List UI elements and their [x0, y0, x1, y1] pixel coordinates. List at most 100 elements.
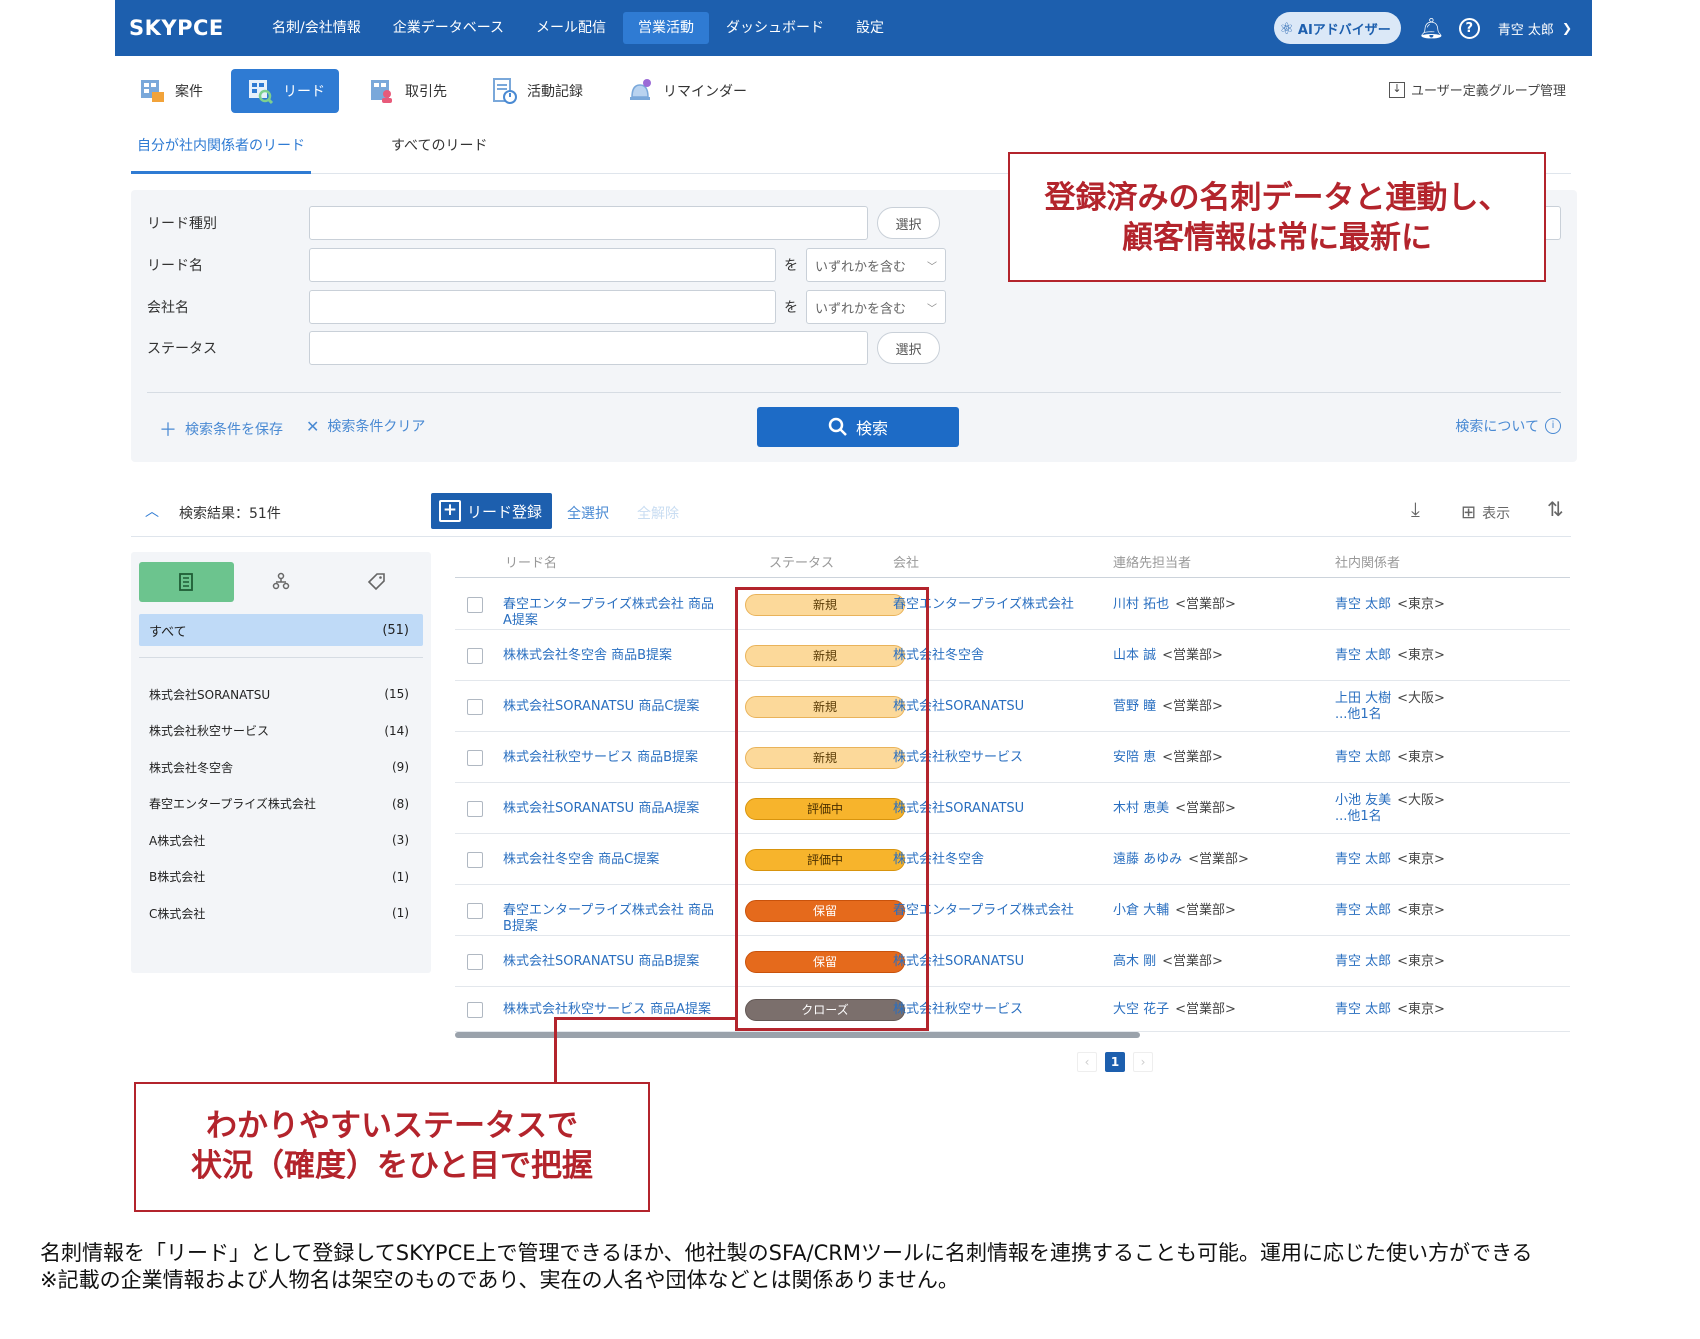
contact-name-link[interactable]: 安陪 恵	[1113, 750, 1156, 765]
internal-member-link[interactable]: 青空 太郎	[1335, 597, 1391, 612]
nav-company-database[interactable]: 企業データベース	[378, 12, 519, 44]
table-row[interactable]: 株式会社冬空舎 商品C提案 評価中 株式会社冬空舎 遠藤 あゆみ <営業部> 青空 太郎 <…	[455, 834, 1570, 885]
contact-name-link[interactable]: 木村 恵美	[1113, 801, 1169, 816]
lead-type-input[interactable]	[309, 206, 868, 240]
row-checkbox[interactable]	[467, 851, 483, 868]
nav-sales-activity[interactable]: 営業活動	[623, 12, 710, 44]
building-icon[interactable]	[139, 562, 234, 602]
lead-name-link[interactable]: 株式会社SORANATSU 商品A提案	[503, 801, 715, 817]
tab-all-leads[interactable]: すべてのリード	[385, 128, 493, 174]
row-checkbox[interactable]	[467, 902, 483, 919]
subnav-deals[interactable]: 案件	[123, 69, 217, 113]
view-toggle[interactable]: ⊞ 表示	[1461, 502, 1510, 523]
internal-member-link[interactable]: 青空 太郎	[1335, 648, 1391, 663]
internal-member-link[interactable]: 青空 太郎	[1335, 903, 1391, 918]
contact-name-link[interactable]: 遠藤 あゆみ	[1113, 852, 1182, 867]
org-chart-icon[interactable]	[234, 562, 329, 602]
table-row[interactable]: 株式会社SORANATSU 商品B提案 保留 株式会社SORANATSU 高木 剛 <営…	[455, 936, 1570, 987]
lead-name-link[interactable]: 株株式会社冬空舎 商品B提案	[503, 648, 715, 664]
col-status[interactable]: ステータス	[769, 552, 834, 571]
horizontal-scrollbar[interactable]	[455, 1032, 1140, 1038]
table-row[interactable]: 株株式会社冬空舎 商品B提案 新規 株式会社冬空舎 山本 誠 <営業部> 青空 太郎 <東京…	[455, 630, 1570, 681]
internal-more-link[interactable]: ...他1名	[1335, 707, 1382, 722]
lead-name-link[interactable]: 春空エンタープライズ株式会社 商品A提案	[503, 597, 715, 629]
company-input[interactable]	[309, 290, 776, 324]
tab-my-leads[interactable]: 自分が社内関係者のリード	[131, 128, 311, 174]
nav-dashboard[interactable]: ダッシュボード	[711, 12, 839, 44]
lead-name-input[interactable]	[309, 248, 776, 282]
internal-member-link[interactable]: 青空 太郎	[1335, 750, 1391, 765]
row-checkbox[interactable]	[467, 647, 483, 664]
nav-settings[interactable]: 設定	[841, 12, 899, 44]
about-search-link[interactable]: 検索について i	[1455, 416, 1561, 436]
user-name[interactable]: 青空 太郎	[1498, 19, 1554, 38]
table-row[interactable]: 春空エンタープライズ株式会社 商品B提案 保留 春空エンタープライズ株式会社 小倉 大…	[455, 885, 1570, 936]
lead-name-link[interactable]: 春空エンタープライズ株式会社 商品B提案	[503, 903, 715, 935]
lead-name-link[interactable]: 株式会社SORANATSU 商品C提案	[503, 699, 715, 715]
table-row[interactable]: 株式会社SORANATSU 商品A提案 評価中 株式会社SORANATSU 木村 恵美…	[455, 783, 1570, 834]
col-lead-name[interactable]: リード名	[505, 552, 557, 571]
internal-more-link[interactable]: ...他1名	[1335, 809, 1382, 824]
lead-name-link[interactable]: 株式会社冬空舎 商品C提案	[503, 852, 715, 868]
prev-page-icon[interactable]: ‹	[1077, 1052, 1097, 1072]
filter-company-item[interactable]: 株式会社冬空舎 (9)	[139, 755, 423, 779]
contact-name-link[interactable]: 川村 拓也	[1113, 597, 1169, 612]
internal-member-link[interactable]: 青空 太郎	[1335, 954, 1391, 969]
col-internal[interactable]: 社内関係者	[1335, 552, 1400, 571]
deselect-all-link[interactable]: 全解除	[637, 503, 679, 523]
internal-member-link[interactable]: 青空 太郎	[1335, 852, 1391, 867]
lead-name-link[interactable]: 株式会社SORANATSU 商品B提案	[503, 954, 715, 970]
sort-icon[interactable]: ⇅	[1547, 497, 1564, 521]
collapse-chevron-icon[interactable]: ︿	[145, 501, 159, 521]
contact-name-link[interactable]: 小倉 大輔	[1113, 903, 1169, 918]
row-checkbox[interactable]	[467, 698, 483, 715]
status-select-button[interactable]: 選択	[877, 332, 940, 364]
table-row[interactable]: 株式会社SORANATSU 商品C提案 新規 株式会社SORANATSU 菅野 瞳 <営…	[455, 681, 1570, 732]
select-all-link[interactable]: 全選択	[567, 503, 609, 523]
contact-name-link[interactable]: 高木 剛	[1113, 954, 1156, 969]
col-company[interactable]: 会社	[893, 552, 919, 571]
subnav-accounts[interactable]: 取引先	[353, 69, 461, 113]
subnav-activity-log[interactable]: 活動記録	[475, 69, 597, 113]
chevron-down-icon[interactable]: ❯	[1562, 21, 1572, 35]
filter-company-item[interactable]: A株式会社 (3)	[139, 828, 423, 852]
add-lead-button[interactable]: + リード登録	[431, 493, 553, 529]
row-checkbox[interactable]	[467, 596, 483, 613]
contact-name-link[interactable]: 菅野 瞳	[1113, 699, 1156, 714]
ai-advisor-button[interactable]: ⚛ AIアドバイザー	[1273, 12, 1401, 44]
nav-email-delivery[interactable]: メール配信	[521, 12, 621, 44]
app-logo[interactable]: SKYPCE	[129, 16, 257, 40]
help-icon[interactable]: ?	[1458, 17, 1480, 39]
lead-type-select-button[interactable]: 選択	[877, 207, 940, 239]
internal-member-link[interactable]: 上田 大樹	[1335, 691, 1391, 706]
col-contact[interactable]: 連絡先担当者	[1113, 552, 1191, 571]
lead-name-link[interactable]: 株式会社秋空サービス 商品B提案	[503, 750, 715, 766]
next-page-icon[interactable]: ›	[1133, 1052, 1153, 1072]
filter-all-item[interactable]: すべて (51)	[139, 614, 423, 646]
row-checkbox[interactable]	[467, 800, 483, 817]
filter-company-item[interactable]: 株式会社秋空サービス (14)	[139, 719, 423, 743]
lead-name-link[interactable]: 株株式会社秋空サービス 商品A提案	[503, 1002, 715, 1018]
save-conditions-link[interactable]: ＋ 検索条件を保存	[159, 416, 283, 442]
row-checkbox[interactable]	[467, 749, 483, 766]
bell-icon[interactable]: 🔔︎	[1419, 16, 1444, 40]
internal-member-link[interactable]: 青空 太郎	[1335, 1002, 1391, 1017]
contact-name-link[interactable]: 山本 誠	[1113, 648, 1156, 663]
clear-conditions-link[interactable]: ✕ 検索条件クリア	[306, 416, 425, 436]
filter-company-item[interactable]: 春空エンタープライズ株式会社 (8)	[139, 792, 423, 816]
company-match-dropdown[interactable]: いずれかを含む ﹀	[806, 290, 946, 324]
row-checkbox[interactable]	[467, 1001, 483, 1018]
download-icon[interactable]: ⤓	[1411, 497, 1420, 521]
contact-name-link[interactable]: 大空 花子	[1113, 1002, 1169, 1017]
page-number[interactable]: 1	[1105, 1052, 1125, 1072]
tag-icon[interactable]	[328, 562, 423, 602]
nav-business-cards[interactable]: 名刺/会社情報	[257, 12, 376, 44]
subnav-leads[interactable]: リード	[231, 69, 339, 113]
internal-member-link[interactable]: 小池 友美	[1335, 793, 1391, 808]
subnav-reminders[interactable]: リマインダー	[611, 69, 761, 113]
lead-name-match-dropdown[interactable]: いずれかを含む ﹀	[806, 248, 946, 282]
user-group-management-link[interactable]: ↓ ユーザー定義グループ管理	[1389, 80, 1566, 99]
table-row[interactable]: 株株式会社秋空サービス 商品A提案 クローズ 株式会社秋空サービス 大空 花子 <営業部…	[455, 987, 1570, 1032]
table-row[interactable]: 株式会社秋空サービス 商品B提案 新規 株式会社秋空サービス 安陪 恵 <営業部> 青空 …	[455, 732, 1570, 783]
filter-company-item[interactable]: B株式会社 (1)	[139, 865, 423, 889]
